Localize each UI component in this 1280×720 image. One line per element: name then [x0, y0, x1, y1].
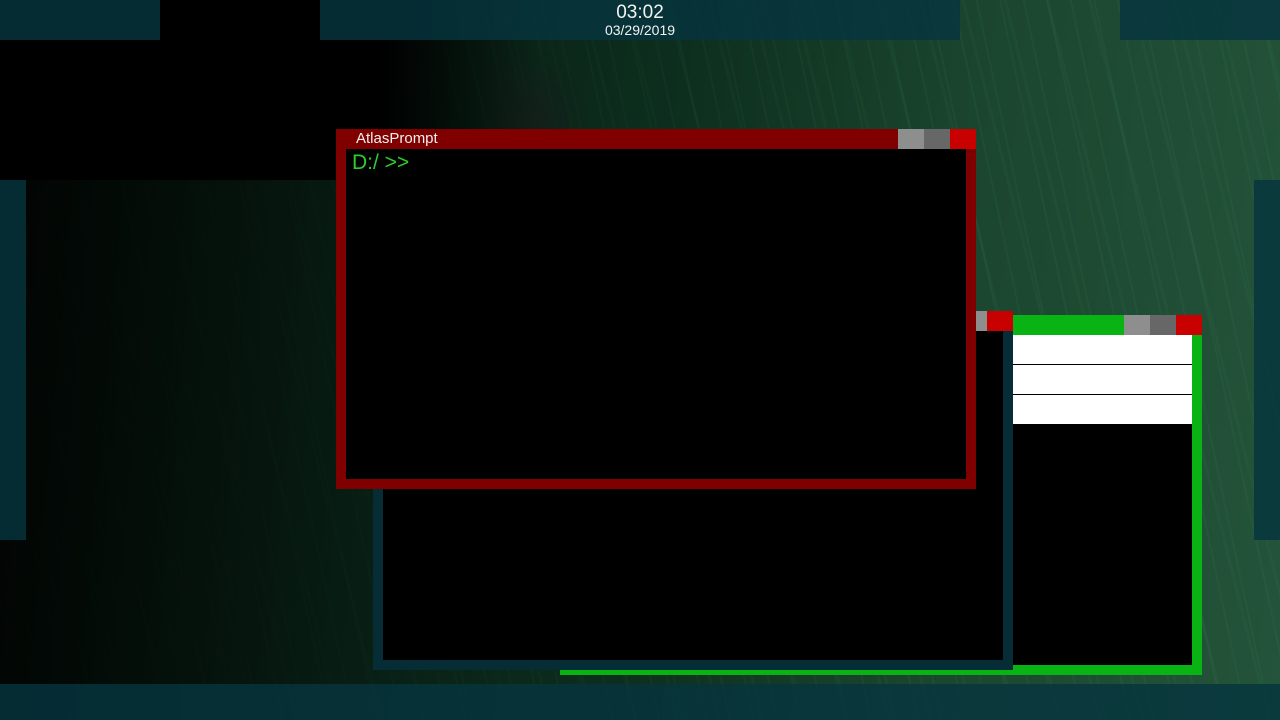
top-clock-panel: 03:02 03/29/2019 [320, 0, 960, 40]
terminal-body[interactable]: D:/ >> [346, 149, 966, 479]
clock-time: 03:02 [616, 2, 664, 23]
right-dock-panel [1254, 180, 1280, 540]
terminal-maximize-button[interactable] [924, 129, 950, 149]
terminal-window[interactable]: AtlasPrompt D:/ >> [336, 129, 976, 489]
terminal-minimize-button[interactable] [898, 129, 924, 149]
clock-date: 03/29/2019 [604, 22, 676, 38]
list-item[interactable] [1013, 335, 1192, 365]
list-item[interactable] [1013, 395, 1192, 425]
list-item[interactable] [1013, 365, 1192, 395]
left-dock-panel [0, 180, 26, 540]
bottom-taskbar [0, 684, 1280, 720]
green-window-minimize-button[interactable] [1124, 315, 1150, 335]
terminal-close-button[interactable] [950, 129, 976, 149]
terminal-window-title: AtlasPrompt [356, 130, 438, 147]
green-window-list [1013, 335, 1192, 425]
green-window-maximize-button[interactable] [1150, 315, 1176, 335]
top-left-panel [0, 0, 160, 40]
top-right-panel [1120, 0, 1280, 40]
green-window-close-button[interactable] [1176, 315, 1202, 335]
terminal-prompt[interactable]: D:/ >> [352, 151, 409, 175]
teal-window-close-button[interactable] [987, 311, 1013, 331]
